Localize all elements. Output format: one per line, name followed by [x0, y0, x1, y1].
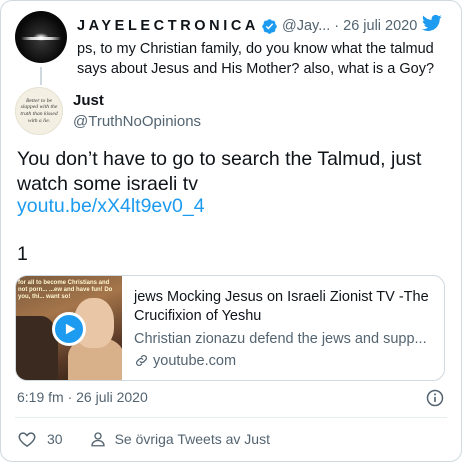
- parent-avatar[interactable]: [15, 11, 67, 63]
- parent-handle[interactable]: @Jay...: [282, 18, 330, 34]
- twitter-bird-icon[interactable]: [421, 13, 443, 33]
- link-card-domain-row: youtube.com: [134, 351, 236, 370]
- tweet-actions: 30 Se övriga Tweets av Just: [17, 427, 270, 451]
- see-more-tweets-link[interactable]: Se övriga Tweets av Just: [115, 431, 270, 447]
- link-preview-card[interactable]: for all to become Christians and not por…: [15, 275, 445, 381]
- video-thumbnail[interactable]: for all to become Christians and not por…: [16, 276, 122, 380]
- tweet-text: You don’t have to go to search the Talmu…: [17, 148, 422, 195]
- link-card-title[interactable]: jews Mocking Jesus on Israeli Zionist TV…: [134, 288, 436, 326]
- tweet-embed-card: JAYELECTRONICA @Jay... · 26 juli 2020 ps…: [0, 0, 462, 462]
- parent-header: JAYELECTRONICA @Jay... · 26 juli 2020: [77, 15, 457, 37]
- parent-date[interactable]: 26 juli 2020: [343, 18, 417, 34]
- parent-separator: ·: [334, 18, 340, 34]
- footer-divider: [15, 417, 447, 418]
- avatar-horizon: [21, 37, 61, 40]
- author-display-name[interactable]: Just: [73, 92, 104, 109]
- like-count[interactable]: 30: [47, 431, 63, 447]
- tweet-author[interactable]: Better to be slapped with the truth than…: [15, 87, 455, 135]
- play-button[interactable]: [52, 312, 86, 346]
- info-icon[interactable]: [425, 388, 445, 408]
- tweet-timestamp[interactable]: 6:19 fm · 26 juli 2020: [17, 389, 148, 405]
- play-icon: [65, 323, 76, 335]
- author-avatar[interactable]: Better to be slapped with the truth than…: [15, 87, 63, 135]
- thread-connector: [40, 67, 42, 85]
- author-handle[interactable]: @TruthNoOpinions: [73, 113, 201, 130]
- verified-badge-icon: [262, 18, 277, 34]
- parent-tweet[interactable]: JAYELECTRONICA @Jay... · 26 juli 2020 ps…: [15, 11, 455, 83]
- link-card-description: Christian zionazu defend the jews and su…: [134, 331, 427, 347]
- parent-tweet-text: ps, to my Christian family, do you know …: [77, 41, 435, 77]
- parent-display-name[interactable]: JAYELECTRONICA: [77, 18, 259, 34]
- thumbnail-caption: for all to become Christians and not por…: [18, 280, 113, 300]
- tweet-trailing-text: 1: [17, 243, 28, 265]
- person-icon[interactable]: [89, 430, 107, 448]
- heart-icon[interactable]: [17, 429, 37, 449]
- link-icon: [136, 355, 147, 366]
- link-card-domain: youtube.com: [153, 352, 237, 369]
- tweet-link[interactable]: youtu.be/xX4lt9ev0_4: [17, 195, 205, 218]
- avatar-quote-text: Better to be slapped with the truth than…: [20, 97, 58, 124]
